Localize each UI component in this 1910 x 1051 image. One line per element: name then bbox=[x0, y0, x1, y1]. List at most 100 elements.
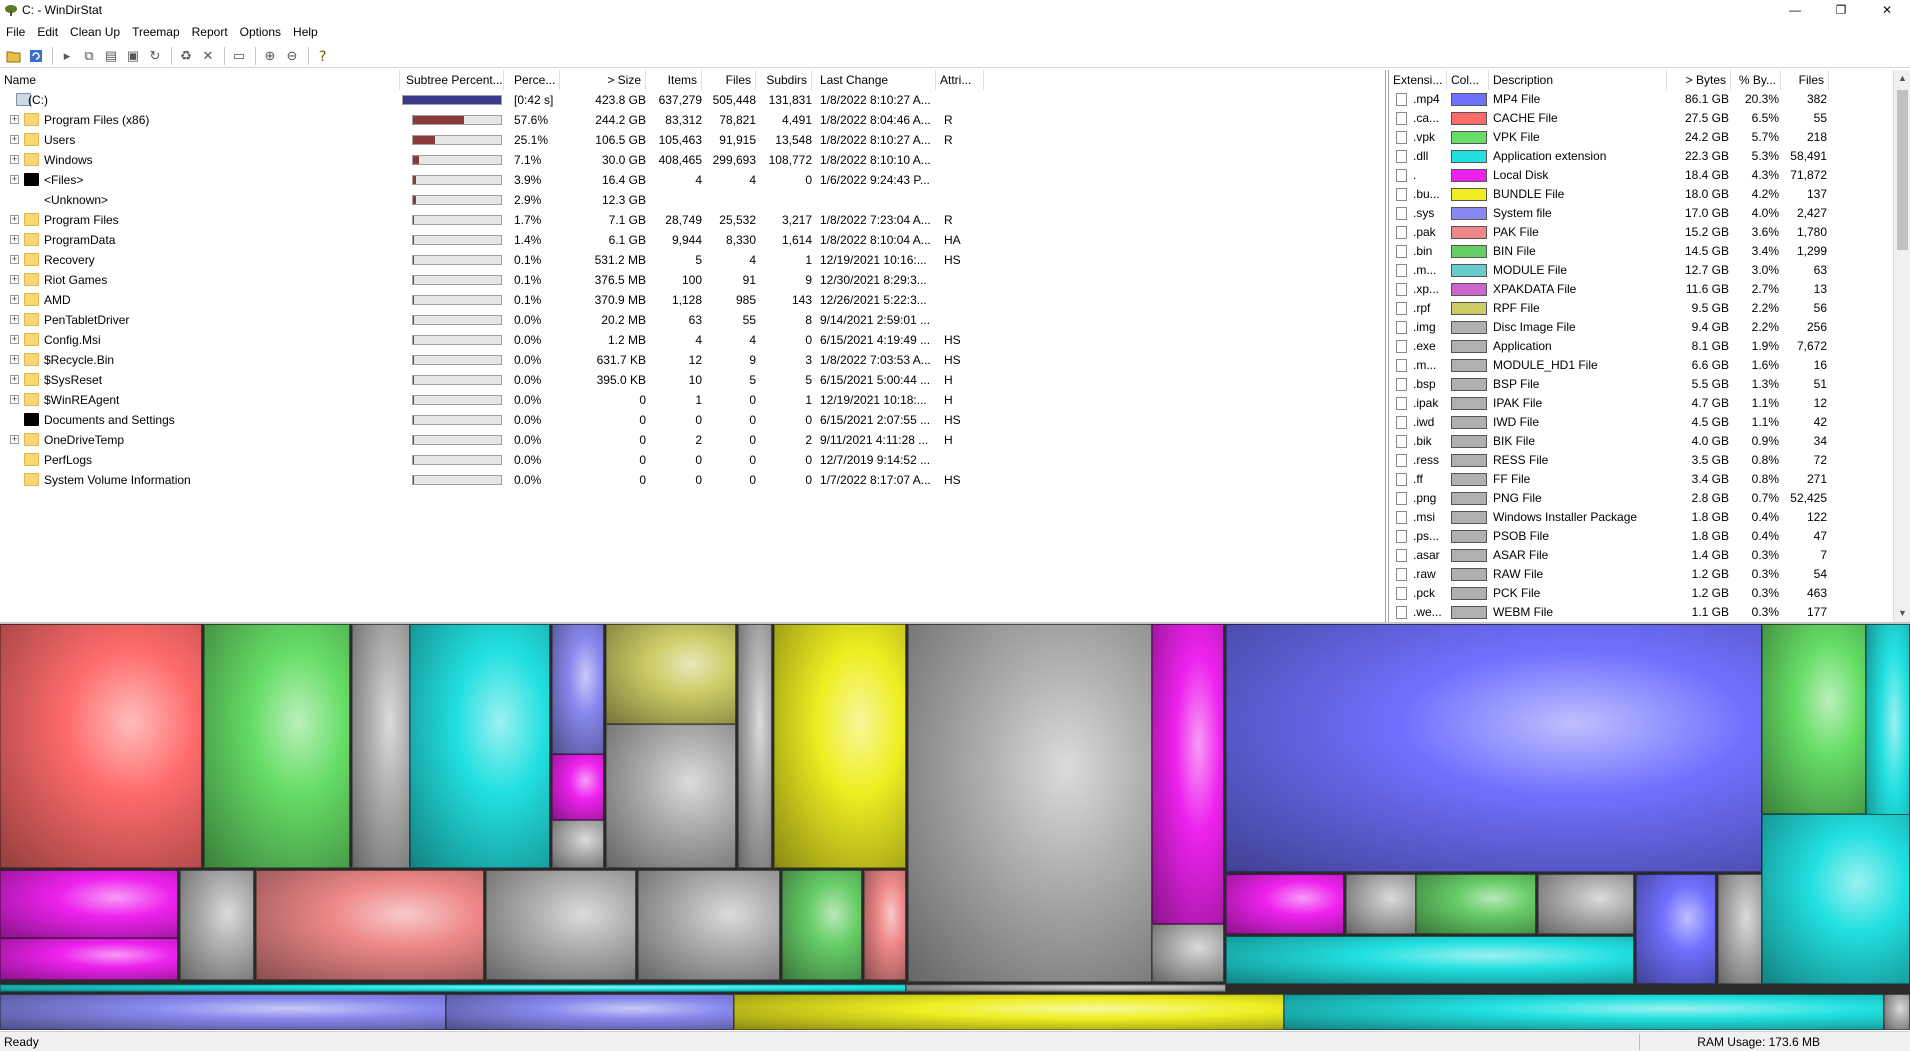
directory-tree-list[interactable]: Name Subtree Percent... Perce... > Size … bbox=[0, 70, 1386, 622]
column-header-description[interactable]: Description bbox=[1489, 70, 1667, 90]
treemap-block[interactable] bbox=[908, 624, 1152, 982]
extension-row[interactable]: .ps... PSOB File 1.8 GB 0.4% 47 bbox=[1389, 527, 1894, 546]
treemap-block[interactable] bbox=[180, 870, 254, 980]
expand-icon[interactable]: + bbox=[10, 215, 19, 224]
extension-row[interactable]: .ca... CACHE File 27.5 GB 6.5% 55 bbox=[1389, 109, 1894, 128]
column-header-color[interactable]: Col... bbox=[1447, 70, 1489, 90]
treemap-block[interactable] bbox=[638, 870, 780, 980]
extension-row[interactable]: .exe Application 8.1 GB 1.9% 7,672 bbox=[1389, 337, 1894, 356]
extension-row[interactable]: .raw RAW File 1.2 GB 0.3% 54 bbox=[1389, 565, 1894, 584]
tree-row[interactable]: + PenTabletDriver 0.0% 20.2 MB 63 55 8 9/14/202… bbox=[0, 310, 1385, 330]
expand-icon[interactable]: + bbox=[10, 135, 19, 144]
column-header-percent[interactable]: Perce... bbox=[510, 70, 560, 90]
tree-row[interactable]: + OneDriveTemp 0.0% 0 2 0 2 9/11/2021 4:11:28 .… bbox=[0, 430, 1385, 450]
treemap-block[interactable] bbox=[0, 938, 178, 980]
treemap-block[interactable] bbox=[552, 820, 604, 868]
expand-icon[interactable]: + bbox=[10, 235, 19, 244]
extension-row[interactable]: .vpk VPK File 24.2 GB 5.7% 218 bbox=[1389, 128, 1894, 147]
open-icon[interactable] bbox=[4, 46, 24, 66]
extension-row[interactable]: .ipak IPAK File 4.7 GB 1.1% 12 bbox=[1389, 394, 1894, 413]
scroll-up-icon[interactable]: ▲ bbox=[1894, 70, 1910, 87]
treemap-block[interactable] bbox=[1884, 994, 1910, 1030]
close-button[interactable]: ✕ bbox=[1864, 0, 1910, 20]
cmd-icon[interactable]: ▣ bbox=[123, 46, 143, 66]
column-header-items[interactable]: Items bbox=[650, 70, 702, 90]
extension-row[interactable]: .sys System file 17.0 GB 4.0% 2,427 bbox=[1389, 204, 1894, 223]
column-header-name[interactable]: Name bbox=[0, 70, 400, 90]
extension-row[interactable]: .msi Windows Installer Package 1.8 GB 0.4% 1… bbox=[1389, 508, 1894, 527]
extension-row[interactable]: .iwd IWD File 4.5 GB 1.1% 42 bbox=[1389, 413, 1894, 432]
menu-edit[interactable]: Edit bbox=[31, 22, 64, 42]
menu-clean-up[interactable]: Clean Up bbox=[64, 22, 126, 42]
treemap-block[interactable] bbox=[1284, 994, 1884, 1030]
tree-row[interactable]: + Recovery 0.1% 531.2 MB 5 4 1 12/19/2021 10:16… bbox=[0, 250, 1385, 270]
column-header-percent-bytes[interactable]: % By... bbox=[1731, 70, 1781, 90]
column-header-files[interactable]: Files bbox=[1781, 70, 1829, 90]
extension-row[interactable]: .bik BIK File 4.0 GB 0.9% 34 bbox=[1389, 432, 1894, 451]
extension-row[interactable]: .bu... BUNDLE File 18.0 GB 4.2% 137 bbox=[1389, 185, 1894, 204]
treemap-block[interactable] bbox=[606, 724, 736, 868]
tree-row[interactable]: System Volume Information 0.0% 0 0 0 0 1/7/202… bbox=[0, 470, 1385, 490]
tree-row[interactable]: Documents and Settings 0.0% 0 0 0 0 6/15/2021 … bbox=[0, 410, 1385, 430]
menu-help[interactable]: Help bbox=[287, 22, 324, 42]
new-folder-icon[interactable]: ▭ bbox=[229, 46, 249, 66]
scrollbar-thumb[interactable] bbox=[1897, 90, 1908, 250]
expand-icon[interactable]: + bbox=[10, 355, 19, 364]
treemap-block[interactable] bbox=[774, 624, 906, 868]
treemap[interactable] bbox=[0, 624, 1910, 1030]
zoom-out-icon[interactable]: ⊖ bbox=[282, 46, 302, 66]
expand-icon[interactable]: + bbox=[10, 155, 19, 164]
treemap-block[interactable] bbox=[864, 870, 906, 980]
tree-row[interactable]: PerfLogs 0.0% 0 0 0 0 12/7/2019 9:14:52 ... bbox=[0, 450, 1385, 470]
tree-row[interactable]: + Config.Msi 0.0% 1.2 MB 4 4 0 6/15/2021 4:19:4… bbox=[0, 330, 1385, 350]
tree-row[interactable]: + AMD 0.1% 370.9 MB 1,128 985 143 12/26/2021 5:… bbox=[0, 290, 1385, 310]
menu-options[interactable]: Options bbox=[234, 22, 287, 42]
expand-icon[interactable]: + bbox=[10, 375, 19, 384]
treemap-block[interactable] bbox=[1416, 874, 1536, 934]
treemap-block[interactable] bbox=[734, 994, 1284, 1030]
treemap-block[interactable] bbox=[552, 624, 604, 754]
tree-row[interactable]: + Program Files 1.7% 7.1 GB 28,749 25,532 3,21… bbox=[0, 210, 1385, 230]
tree-row[interactable]: + Riot Games 0.1% 376.5 MB 100 91 9 12/30/2021 … bbox=[0, 270, 1385, 290]
expand-icon[interactable]: + bbox=[10, 395, 19, 404]
column-header-last-change[interactable]: Last Change bbox=[816, 70, 936, 90]
treemap-block[interactable] bbox=[1226, 874, 1344, 934]
copy-icon[interactable]: ⧉ bbox=[79, 46, 99, 66]
treemap-block[interactable] bbox=[738, 624, 772, 868]
explorer-icon[interactable]: ▤ bbox=[101, 46, 121, 66]
column-header-attributes[interactable]: Attri... bbox=[936, 70, 984, 90]
zoom-in-icon[interactable]: ⊕ bbox=[260, 46, 280, 66]
expand-icon[interactable]: + bbox=[10, 275, 19, 284]
extension-row[interactable]: .pck PCK File 1.2 GB 0.3% 463 bbox=[1389, 584, 1894, 603]
minimize-button[interactable]: — bbox=[1772, 0, 1818, 20]
treemap-block[interactable] bbox=[352, 624, 410, 868]
treemap-block[interactable] bbox=[1762, 624, 1866, 814]
treemap-block[interactable] bbox=[1346, 874, 1416, 934]
treemap-block[interactable] bbox=[0, 994, 446, 1030]
tree-row[interactable]: + Program Files (x86) 57.6% 244.2 GB 83,312 7… bbox=[0, 110, 1385, 130]
column-header-subtree-percent[interactable]: Subtree Percent... bbox=[402, 70, 504, 90]
treemap-block[interactable] bbox=[1718, 874, 1762, 984]
restore-button[interactable]: ❐ bbox=[1818, 0, 1864, 20]
treemap-block[interactable] bbox=[1226, 624, 1762, 872]
extension-row[interactable]: .rpf RPF File 9.5 GB 2.2% 56 bbox=[1389, 299, 1894, 318]
treemap-block[interactable] bbox=[1226, 936, 1634, 984]
extension-row[interactable]: .we... WEBM File 1.1 GB 0.3% 177 bbox=[1389, 603, 1894, 622]
treemap-block[interactable] bbox=[256, 870, 484, 980]
extension-row[interactable]: . Local Disk 18.4 GB 4.3% 71,872 bbox=[1389, 166, 1894, 185]
tree-row[interactable]: + Users 25.1% 106.5 GB 105,463 91,915 13,548 1/… bbox=[0, 130, 1385, 150]
treemap-block[interactable] bbox=[410, 624, 550, 868]
expand-icon[interactable]: + bbox=[10, 335, 19, 344]
treemap-block[interactable] bbox=[1762, 814, 1910, 984]
extension-list-scrollbar[interactable]: ▲ ▼ bbox=[1893, 70, 1910, 622]
column-header-subdirs[interactable]: Subdirs bbox=[760, 70, 812, 90]
expand-icon[interactable]: + bbox=[10, 175, 19, 184]
treemap-block[interactable] bbox=[204, 624, 350, 868]
expand-icon[interactable]: + bbox=[10, 115, 19, 124]
treemap-block[interactable] bbox=[1636, 874, 1716, 984]
treemap-block[interactable] bbox=[446, 994, 734, 1030]
help-icon[interactable]: ? bbox=[313, 46, 333, 66]
extension-list[interactable]: Extensi... Col... Description > Bytes % … bbox=[1388, 70, 1910, 622]
treemap-block[interactable] bbox=[782, 870, 862, 980]
expand-icon[interactable]: + bbox=[10, 435, 19, 444]
